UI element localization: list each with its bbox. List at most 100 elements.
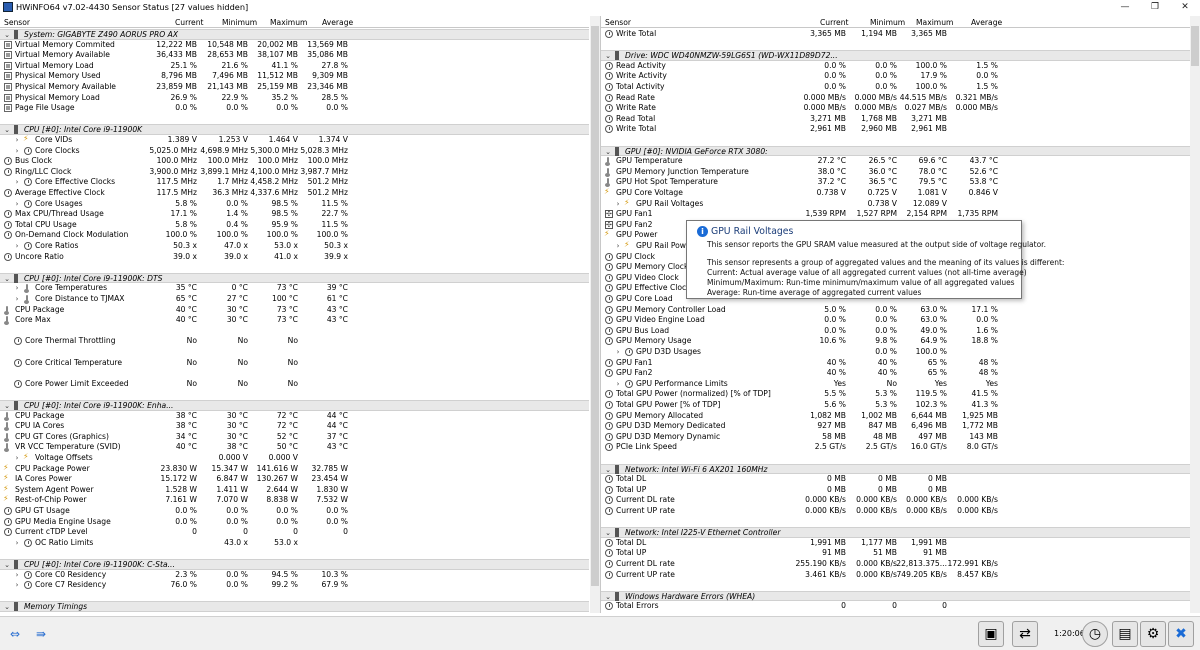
report-icon[interactable]: ▤ bbox=[1112, 621, 1138, 647]
scrollbar-left[interactable] bbox=[590, 16, 600, 613]
sensor-row[interactable]: System Agent Power1.528 W1.411 W2.644 W1… bbox=[0, 484, 589, 496]
sensor-group[interactable]: ⌄ Memory Timings bbox=[0, 601, 589, 612]
scroll-thumb-right[interactable] bbox=[1191, 26, 1199, 66]
sensor-row[interactable]: › GPU Performance Limits Yes No Yes Yes bbox=[601, 379, 1190, 390]
scrollbar-right[interactable] bbox=[1190, 16, 1200, 613]
header-current-right[interactable]: Current bbox=[820, 18, 849, 27]
sensor-row[interactable]: › OC Ratio Limits 43.0 x 53.0 x bbox=[0, 538, 589, 549]
sensor-group[interactable]: ⌄ CPU [#0]: Intel Core i9-11900K: Enha... bbox=[0, 400, 589, 411]
sensor-row[interactable]: GPU D3D Memory Dynamic 58 MB 48 MB 497 MB 14… bbox=[601, 432, 1190, 443]
sensor-row[interactable]: GPU D3D Memory Dedicated 927 MB 847 MB 6,49… bbox=[601, 421, 1190, 432]
sensor-row[interactable]: GPU Memory Usage 10.6 % 9.8 % 64.9 % 18.8 % bbox=[601, 336, 1190, 347]
header-minimum-right[interactable]: Minimum bbox=[870, 18, 905, 27]
sensor-row[interactable]: CPU GT Cores (Graphics) 34 °C 30 °C 52 °C 37… bbox=[0, 432, 589, 443]
expand-toggle-icon[interactable]: › bbox=[13, 283, 21, 294]
sensor-row[interactable]: Total Activity 0.0 % 0.0 % 100.0 % 1.5 % bbox=[601, 82, 1190, 93]
sensor-row[interactable]: ›Voltage Offsets0.000 V0.000 V bbox=[0, 452, 589, 464]
sensor-row[interactable]: Physical Memory Used 8,796 MB 7,496 MB 11,5… bbox=[0, 71, 589, 82]
sensor-group[interactable]: ⌄ Drive: WDC WD40NMZW-59LG6S1 (WD-WX11D89… bbox=[601, 50, 1190, 61]
expand-toggle-icon[interactable]: › bbox=[13, 538, 21, 549]
sensor-row[interactable]: › GPU D3D Usages 0.0 % 100.0 % bbox=[601, 347, 1190, 358]
maximize-button[interactable]: ❐ bbox=[1140, 0, 1170, 14]
sensor-row[interactable]: GPU Memory Controller Load 5.0 % 0.0 % 63.0… bbox=[601, 305, 1190, 316]
expand-toggle-icon[interactable]: › bbox=[13, 294, 21, 305]
sensor-row[interactable]: › Core Effective Clocks 117.5 MHz 1.7 MHz 4,… bbox=[0, 177, 589, 188]
header-sensor-right[interactable]: Sensor bbox=[605, 18, 631, 27]
sensor-group[interactable]: ⌄ CPU [#0]: Intel Core i9-11900K: C-Sta..… bbox=[0, 559, 589, 570]
settings-icon[interactable]: ⚙ bbox=[1140, 621, 1166, 647]
sensor-row[interactable]: Total Errors 0 0 0 bbox=[601, 601, 1190, 612]
expand-toggle-icon[interactable]: › bbox=[13, 177, 21, 188]
sensor-row[interactable]: Total DL 1,991 MB 1,177 MB 1,991 MB bbox=[601, 538, 1190, 549]
sensor-row[interactable]: Bus Clock 100.0 MHz 100.0 MHz 100.0 MHz 100.… bbox=[0, 156, 589, 167]
expand-toggle-icon[interactable]: › bbox=[13, 199, 21, 210]
sensor-row[interactable]: Average Effective Clock 117.5 MHz 36.3 MHz… bbox=[0, 188, 589, 199]
sensor-row[interactable]: On-Demand Clock Modulation 100.0 % 100.0 %… bbox=[0, 230, 589, 241]
sensor-row[interactable]: Read Total 3,271 MB 1,768 MB 3,271 MB bbox=[601, 114, 1190, 125]
sensor-row[interactable]: Current DL rate 0.000 KB/s 0.000 KB/s 0.000… bbox=[601, 495, 1190, 506]
header-maximum-right[interactable]: Maximum bbox=[916, 18, 953, 27]
sensor-group[interactable]: ⌄ Windows Hardware Errors (WHEA) bbox=[601, 590, 1190, 602]
sensor-row[interactable]: GPU Core Voltage0.738 V0.725 V1.081 V0.8… bbox=[601, 187, 1190, 199]
sensor-row[interactable]: Total GPU Power [% of TDP] 5.6 % 5.3 % 102.… bbox=[601, 400, 1190, 411]
sensor-row[interactable]: Read Rate 0.000 MB/s 0.000 MB/s 44.515 MB/s… bbox=[601, 93, 1190, 104]
clock-icon[interactable]: ◷ bbox=[1082, 621, 1108, 647]
sensor-row[interactable]: Total UP 0 MB 0 MB 0 MB bbox=[601, 485, 1190, 496]
sensor-row[interactable]: Core Power Limit Exceeded No No No bbox=[0, 379, 589, 390]
close-button[interactable]: ✕ bbox=[1170, 0, 1200, 14]
sensor-row[interactable]: Write Rate 0.000 MB/s 0.000 MB/s 0.027 MB/s… bbox=[601, 103, 1190, 114]
monitor-icon[interactable]: ▣ bbox=[978, 621, 1004, 647]
sensor-row[interactable]: Page File Usage 0.0 % 0.0 % 0.0 % 0.0 % bbox=[0, 103, 589, 114]
sensor-row[interactable]: GPU Fan1 40 % 40 % 65 % 48 % bbox=[601, 358, 1190, 369]
sensor-row[interactable]: › Core C7 Residency 76.0 % 0.0 % 99.2 % 67.9 … bbox=[0, 580, 589, 591]
sensor-row[interactable]: GPU Hot Spot Temperature 37.2 °C 36.5 °C 79… bbox=[601, 177, 1190, 188]
sensor-row[interactable]: Virtual Memory Load 25.1 % 21.6 % 41.1 % 27.… bbox=[0, 61, 589, 72]
sensor-row[interactable]: Current UP rate 0.000 KB/s 0.000 KB/s 0.000… bbox=[601, 506, 1190, 517]
expand-toggle-icon[interactable]: › bbox=[13, 135, 21, 146]
expand-toggle-icon[interactable]: › bbox=[13, 146, 21, 157]
sensor-row[interactable]: › Core Distance to TJMAX 65 °C 27 °C 100 °C 6… bbox=[0, 294, 589, 305]
minimize-button[interactable]: — bbox=[1110, 0, 1140, 14]
expand-toggle-icon[interactable]: › bbox=[13, 570, 21, 581]
sensor-group[interactable]: ⌄ System: GIGABYTE Z490 AORUS PRO AX bbox=[0, 29, 589, 40]
sensor-row[interactable]: GPU Media Engine Usage 0.0 % 0.0 % 0.0 % 0.0… bbox=[0, 517, 589, 528]
sensor-row[interactable]: Core Thermal Throttling No No No bbox=[0, 336, 589, 347]
sensor-row[interactable]: GPU GT Usage 0.0 % 0.0 % 0.0 % 0.0 % bbox=[0, 506, 589, 517]
sensor-row[interactable]: Physical Memory Available 23,859 MB 21,143… bbox=[0, 82, 589, 93]
expand-toggle-icon[interactable]: › bbox=[614, 199, 622, 210]
expand-arrows-icon[interactable]: ⇛ bbox=[30, 625, 52, 643]
sensor-row[interactable]: GPU Memory Junction Temperature 38.0 °C 36… bbox=[601, 167, 1190, 178]
sensor-row[interactable]: CPU Package Power23.830 W15.347 W141.616… bbox=[0, 463, 589, 475]
scroll-thumb-left[interactable] bbox=[591, 26, 599, 586]
sensor-row[interactable]: Ring/LLC Clock 3,900.0 MHz 3,899.1 MHz 4,10… bbox=[0, 167, 589, 178]
sensor-row[interactable]: Current cTDP Level 0 0 0 0 bbox=[0, 527, 589, 538]
sensor-row[interactable]: Write Activity 0.0 % 0.0 % 17.9 % 0.0 % bbox=[601, 71, 1190, 82]
sensor-row[interactable]: Current DL rate 255.190 KB/s 0.000 KB/s 22,… bbox=[601, 559, 1190, 570]
sensor-row[interactable]: Write Total 2,961 MB 2,960 MB 2,961 MB bbox=[601, 124, 1190, 135]
network-icon[interactable]: ⇄ bbox=[1012, 621, 1038, 647]
sensor-row[interactable]: Write Total 3,365 MB 1,194 MB 3,365 MB bbox=[601, 29, 1190, 40]
sensor-row[interactable]: Current UP rate 3.461 KB/s 0.000 KB/s 749.2… bbox=[601, 570, 1190, 581]
sensor-row[interactable]: ›Core VIDs1.389 V1.253 V1.464 V1.374 V bbox=[0, 134, 589, 146]
sensor-row[interactable]: Total UP 91 MB 51 MB 91 MB bbox=[601, 548, 1190, 559]
sensor-row[interactable]: Virtual Memory Available 36,433 MB 28,653 … bbox=[0, 50, 589, 61]
sensor-row[interactable]: CPU Package 40 °C 30 °C 73 °C 43 °C bbox=[0, 305, 589, 316]
sensor-row[interactable]: › Core Ratios 50.3 x 47.0 x 53.0 x 50.3 x bbox=[0, 241, 589, 252]
header-minimum[interactable]: Minimum bbox=[222, 18, 257, 27]
sensor-row[interactable]: Uncore Ratio 39.0 x 39.0 x 41.0 x 39.9 x bbox=[0, 252, 589, 263]
sensor-row[interactable]: › Core Usages 5.8 % 0.0 % 98.5 % 11.5 % bbox=[0, 199, 589, 210]
sensor-row[interactable]: Rest-of-Chip Power7.161 W7.070 W8.838 W7… bbox=[0, 494, 589, 506]
sensor-row[interactable]: Physical Memory Load 26.9 % 22.9 % 35.2 % 28… bbox=[0, 93, 589, 104]
sensor-row[interactable]: Total GPU Power (normalized) [% of TDP] 5… bbox=[601, 389, 1190, 400]
header-sensor[interactable]: Sensor bbox=[4, 18, 30, 27]
sensor-row[interactable]: Virtual Memory Commited 12,222 MB 10,548 M… bbox=[0, 40, 589, 51]
sensor-group[interactable]: ⌄ Network: Intel Wi-Fi 6 AX201 160MHz bbox=[601, 463, 1190, 475]
sensor-row[interactable]: GPU Fan2 40 % 40 % 65 % 48 % bbox=[601, 368, 1190, 379]
sensor-row[interactable]: Read Activity 0.0 % 0.0 % 100.0 % 1.5 % bbox=[601, 61, 1190, 72]
sensor-group[interactable]: ⌄ CPU [#0]: Intel Core i9-11900K bbox=[0, 124, 589, 135]
sensor-row[interactable]: Core Critical Temperature No No No bbox=[0, 358, 589, 369]
sensor-row[interactable]: Total CPU Usage 5.8 % 0.4 % 95.9 % 11.5 % bbox=[0, 220, 589, 231]
expand-toggle-icon[interactable]: › bbox=[13, 580, 21, 591]
header-average[interactable]: Average bbox=[322, 18, 353, 27]
sensor-row[interactable]: Total DL 0 MB 0 MB 0 MB bbox=[601, 474, 1190, 485]
